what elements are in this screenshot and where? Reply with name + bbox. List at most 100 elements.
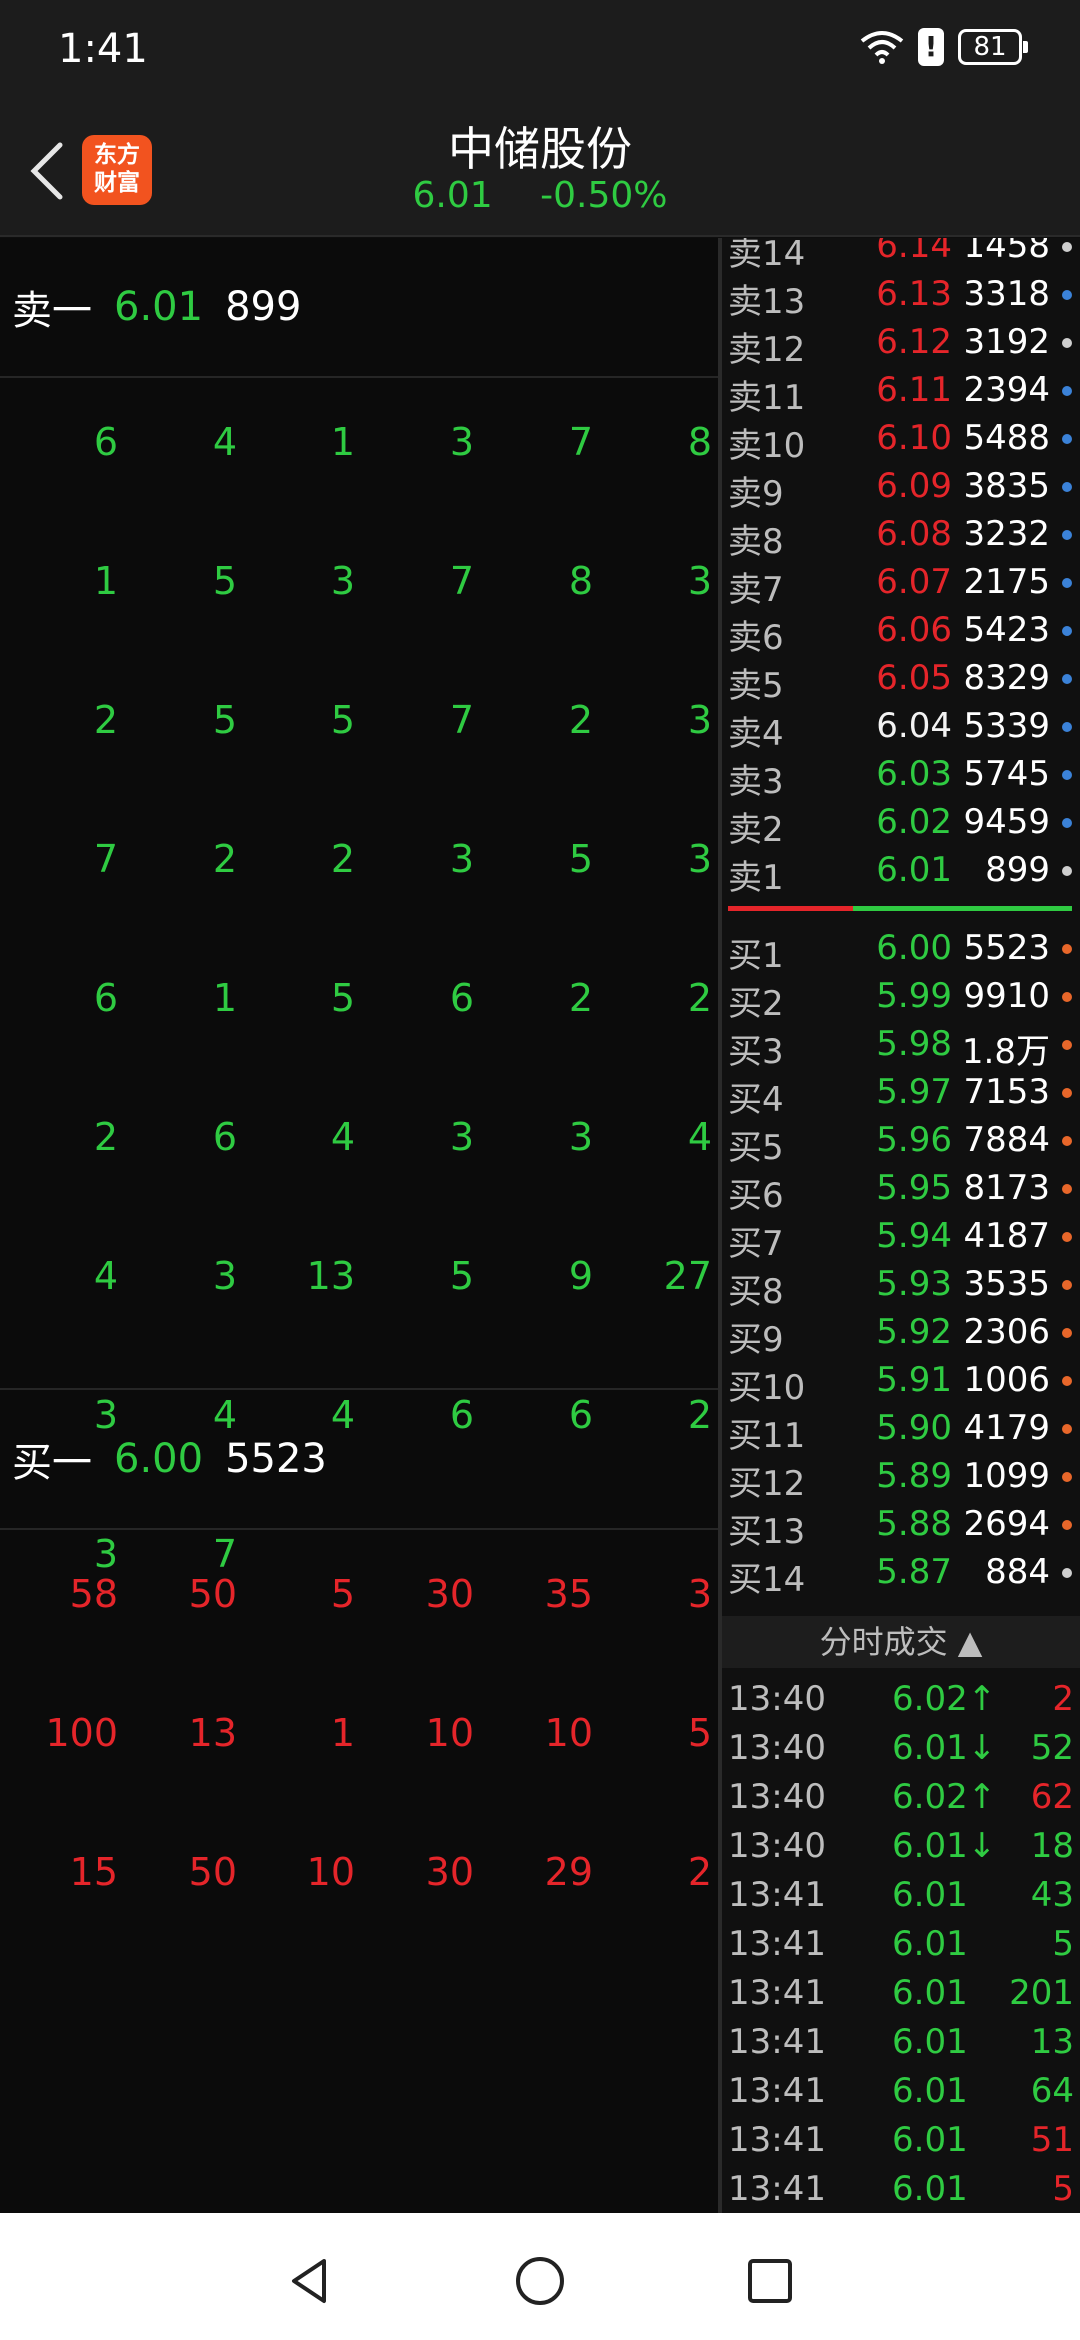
tick-time: 13:40 (728, 1728, 826, 1768)
tick-row: 13:41 6.01 64 (722, 2071, 1080, 2120)
queue-order-volume: 3 (449, 420, 474, 464)
level-label: 买6 (728, 1176, 784, 1216)
bids-level-row[interactable]: 买3 5.98 1.8万 (722, 1024, 1080, 1072)
queue-order-volume: 13 (306, 1254, 355, 1298)
level-price: 6.00 (876, 928, 952, 968)
level-volume: 5339 (963, 706, 1050, 746)
level-price: 5.90 (876, 1408, 952, 1448)
level-price: 6.14 (876, 238, 952, 266)
tick-volume: 62 (1030, 1777, 1074, 1817)
queue-order-volume: 4 (687, 1115, 712, 1159)
level-label: 买7 (728, 1224, 784, 1264)
bids-level-row[interactable]: 买13 5.88 2694 (722, 1504, 1080, 1552)
level-volume: 3535 (963, 1264, 1050, 1304)
level-price: 5.92 (876, 1312, 952, 1352)
tick-time: 13:41 (728, 1973, 826, 2013)
nav-recents-icon[interactable] (740, 2251, 800, 2311)
order-queue-panel: 卖一 6.01 899 6413781537832557237223536156… (0, 238, 718, 2213)
nav-back-icon[interactable] (280, 2251, 340, 2311)
bids-level-row[interactable]: 买5 5.96 7884 (722, 1120, 1080, 1168)
asks-level-row[interactable]: 卖2 6.02 9459 (722, 802, 1080, 850)
asks-level-row[interactable]: 卖14 6.14 1458 (722, 238, 1080, 274)
buy-one-volume: 5523 (225, 1436, 327, 1482)
tick-volume: 52 (1030, 1728, 1074, 1768)
asks-level-row[interactable]: 卖9 6.09 3835 (722, 466, 1080, 514)
level-dot-icon (1062, 992, 1072, 1002)
bids-level-row[interactable]: 买11 5.90 4179 (722, 1408, 1080, 1456)
queue-order-volume: 3 (449, 837, 474, 881)
queue-order-volume: 3 (687, 837, 712, 881)
tick-time: 13:40 (728, 1777, 826, 1817)
level-dot-icon (1062, 1568, 1072, 1578)
queue-order-volume: 2 (568, 698, 593, 742)
bids-level-row[interactable]: 买14 5.87 884 (722, 1552, 1080, 1600)
level-price: 6.07 (876, 562, 952, 602)
asks-level-row[interactable]: 卖11 6.11 2394 (722, 370, 1080, 418)
tick-row: 13:41 6.01 13 (722, 2022, 1080, 2071)
level-label: 卖2 (728, 810, 784, 850)
level-price: 5.94 (876, 1216, 952, 1256)
tick-time: 13:41 (728, 2169, 826, 2209)
bids-level-row[interactable]: 买1 6.00 5523 (722, 928, 1080, 976)
level-price: 5.93 (876, 1264, 952, 1304)
level-volume: 2306 (963, 1312, 1050, 1352)
tick-row: 13:41 6.01 5 (722, 1924, 1080, 1973)
system-nav-bar (0, 2213, 1080, 2340)
asks-level-row[interactable]: 卖1 6.01 899 (722, 850, 1080, 898)
tick-row: 13:41 6.01 43 (722, 1875, 1080, 1924)
sell-one-label: 卖一 (12, 288, 92, 334)
asks-level-row[interactable]: 卖13 6.13 3318 (722, 274, 1080, 322)
queue-order-volume: 2 (568, 976, 593, 1020)
asks-level-row[interactable]: 卖4 6.04 5339 (722, 706, 1080, 754)
order-book-panel: 卖14 6.14 1458 卖13 6.13 3318 卖12 6.12 3192 卖11 6.11… (722, 238, 1080, 2213)
level-volume: 2394 (963, 370, 1050, 410)
bids-level-row[interactable]: 买2 5.99 9910 (722, 976, 1080, 1024)
level-volume: 5423 (963, 610, 1050, 650)
asks-level-row[interactable]: 卖6 6.06 5423 (722, 610, 1080, 658)
queue-order-volume: 6 (449, 976, 474, 1020)
level-volume: 3232 (963, 514, 1050, 554)
queue-order-volume: 5 (212, 698, 237, 742)
bids-level-row[interactable]: 买4 5.97 7153 (722, 1072, 1080, 1120)
queue-order-volume: 8 (568, 559, 593, 603)
bids-level-row[interactable]: 买12 5.89 1099 (722, 1456, 1080, 1504)
bids-level-row[interactable]: 买6 5.95 8173 (722, 1168, 1080, 1216)
header: 东方 财富 中储股份 6.01 -0.50% (0, 105, 1080, 237)
level-volume: 884 (985, 1552, 1050, 1592)
sell-one-row[interactable]: 卖一 6.01 899 (0, 238, 718, 376)
ticks-header[interactable]: 分时成交 ▲ (722, 1616, 1080, 1668)
bids-level-row[interactable]: 买9 5.92 2306 (722, 1312, 1080, 1360)
queue-order-volume: 3 (687, 1572, 712, 1616)
bids-level-row[interactable]: 买8 5.93 3535 (722, 1264, 1080, 1312)
asks-level-row[interactable]: 卖7 6.07 2175 (722, 562, 1080, 610)
nav-home-icon[interactable] (510, 2251, 570, 2311)
asks-level-row[interactable]: 卖5 6.05 8329 (722, 658, 1080, 706)
current-price: 6.01 (412, 175, 493, 216)
level-price: 5.99 (876, 976, 952, 1016)
level-label: 买13 (728, 1512, 806, 1552)
level-dot-icon (1062, 674, 1072, 684)
level-volume: 3192 (963, 322, 1050, 362)
tick-price: 6.01 (892, 2120, 968, 2160)
queue-order-volume: 30 (425, 1850, 474, 1894)
level-dot-icon (1062, 866, 1072, 876)
level-volume: 7884 (963, 1120, 1050, 1160)
buy-one-row[interactable]: 买一 6.00 5523 (0, 1390, 718, 1528)
queue-order-volume: 7 (449, 698, 474, 742)
asks-level-row[interactable]: 卖10 6.10 5488 (722, 418, 1080, 466)
status-bar: 1:41 ! 81 (0, 0, 1080, 105)
sell-queue-grid: 6 4 1 3 7 8 1 5 3 7 8 3 2 5 5 7 2 3 7 2 2 3 5 3 6 1 5 6 2 2 2 6 4 3 3 4 4 3 13… (0, 378, 718, 1576)
asks-level-row[interactable]: 卖12 6.12 3192 (722, 322, 1080, 370)
tick-row: 13:40 6.01↓ 18 (722, 1826, 1080, 1875)
tick-price: 6.01 (892, 1924, 968, 1964)
level-price: 6.13 (876, 274, 952, 314)
asks-level-row[interactable]: 卖3 6.03 5745 (722, 754, 1080, 802)
buy-one-label: 买一 (12, 1440, 92, 1486)
bids-level-row[interactable]: 买7 5.94 4187 (722, 1216, 1080, 1264)
asks-level-row[interactable]: 卖8 6.08 3232 (722, 514, 1080, 562)
level-label: 卖9 (728, 474, 784, 514)
bids-level-row[interactable]: 买10 5.91 1006 (722, 1360, 1080, 1408)
queue-order-volume: 3 (568, 1115, 593, 1159)
tick-volume: 13 (1030, 2022, 1074, 2062)
queue-order-volume: 5 (449, 1254, 474, 1298)
